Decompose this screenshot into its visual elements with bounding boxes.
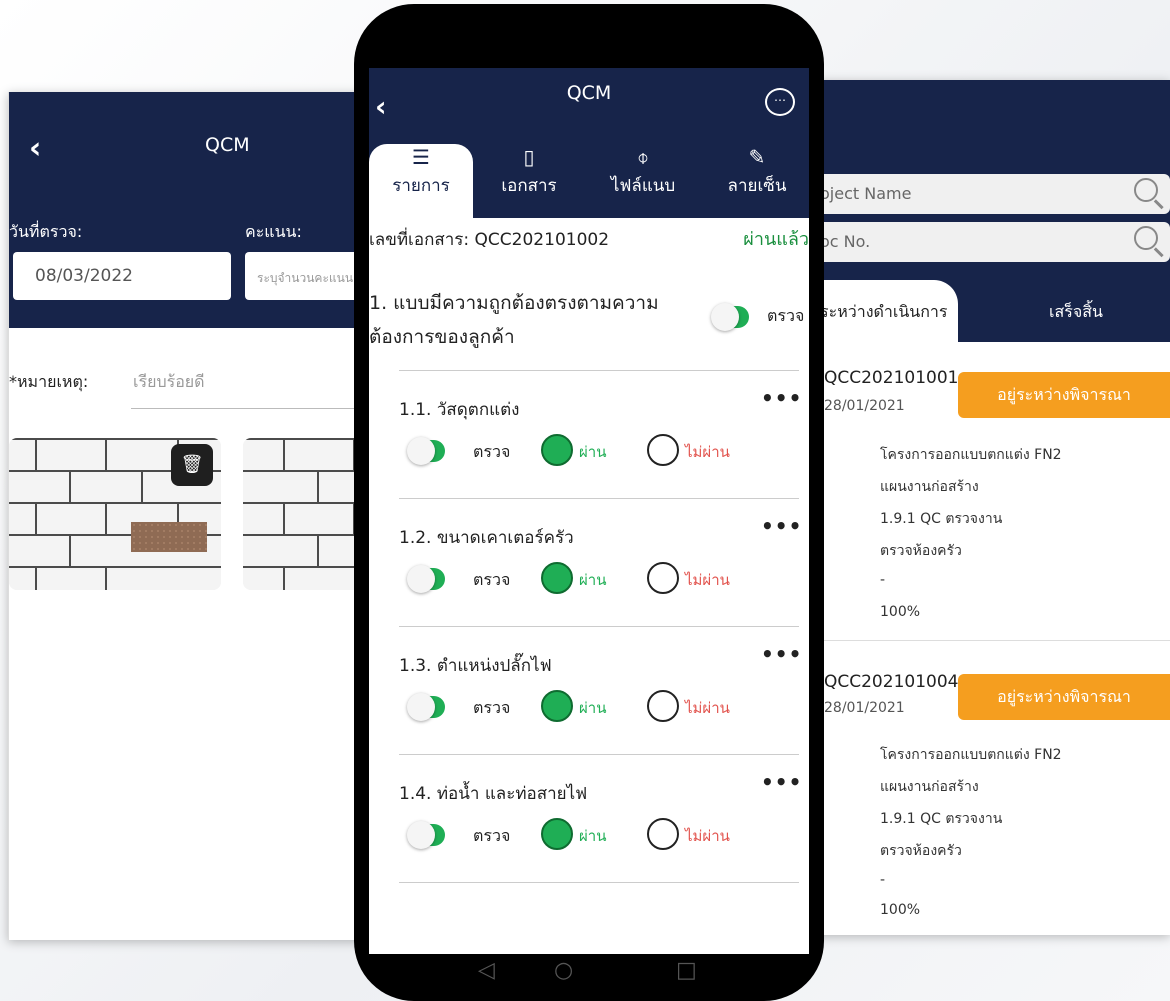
project-search-placeholder: oject Name xyxy=(820,184,912,203)
right-screen: oject Name oc No. ระหว่างดำเนินการ เสร็จ… xyxy=(800,80,1170,935)
tab-label: รายการ xyxy=(392,176,450,196)
search-icon[interactable] xyxy=(1134,178,1158,202)
row-value: 100% xyxy=(880,902,921,918)
row-value: - xyxy=(880,572,886,588)
pass-label: ผ่าน xyxy=(579,443,607,461)
row-value: 1.9.1 QC ตรวจงาน xyxy=(880,511,1003,527)
nav-recent-icon[interactable]: □ xyxy=(676,958,697,983)
chat-icon[interactable]: ⋯ xyxy=(765,88,795,116)
status-text: ผ่านแล้ว xyxy=(743,229,809,250)
card-date: 28/01/2021 xyxy=(824,700,905,716)
card-doc-no[interactable]: QCC202101004 xyxy=(824,672,958,692)
fail-radio[interactable] xyxy=(647,562,679,594)
status-badge: อยู่ระหว่างพิจารณา xyxy=(958,372,1170,418)
pen-icon: ✎ xyxy=(748,145,766,169)
doc-number: เลขที่เอกสาร: QCC202101002 xyxy=(369,230,610,250)
row-value: โครงการออกแบบตกแต่ง FN2 xyxy=(880,747,1062,763)
nav-back-icon[interactable]: ◁ xyxy=(478,958,495,983)
divider xyxy=(399,882,799,883)
more-icon[interactable]: ••• xyxy=(761,514,802,538)
note-label: *หมายเหตุ: xyxy=(9,372,89,391)
status-badge: อยู่ระหว่างพิจารณา xyxy=(958,674,1170,720)
divider xyxy=(399,626,799,627)
left-title: QCM xyxy=(205,134,250,156)
question-toggle[interactable] xyxy=(711,303,749,331)
check-label: ตรวจ xyxy=(473,698,511,717)
question-title: 1. แบบมีความถูกต้องตรงตามความต้องการของล… xyxy=(369,292,659,348)
fail-label: ไม่ผ่าน xyxy=(685,571,730,589)
delete-photo-icon[interactable]: 🗑 xyxy=(171,444,213,486)
phone-frame: ‹ QCM ⋯ ☰ รายการ ▯ เอกสาร ⌽ ไฟล์แนบ ✎ ลา… xyxy=(354,4,824,1001)
tab-label: ไฟล์แนบ xyxy=(610,176,676,196)
phone-screen: ‹ QCM ⋯ ☰ รายการ ▯ เอกสาร ⌽ ไฟล์แนบ ✎ ลา… xyxy=(369,68,809,954)
divider xyxy=(399,498,799,499)
item-title: 1.1. วัสดุตกแต่ง xyxy=(399,400,520,420)
pass-radio[interactable] xyxy=(541,434,573,466)
check-label: ตรวจ xyxy=(767,306,805,325)
card-date: 28/01/2021 xyxy=(824,398,905,414)
tab-documents[interactable]: ▯ เอกสาร xyxy=(477,144,581,218)
row-value: แผนงานก่อสร้าง xyxy=(880,479,979,495)
tab-signature[interactable]: ✎ ลายเซ็น xyxy=(705,144,809,218)
item-toggle[interactable] xyxy=(407,565,445,593)
fail-radio[interactable] xyxy=(647,690,679,722)
fail-label: ไม่ผ่าน xyxy=(685,443,730,461)
project-search-input[interactable]: oject Name xyxy=(800,174,1170,214)
divider xyxy=(399,754,799,755)
document-icon: ▯ xyxy=(523,145,535,169)
tab-label: เอกสาร xyxy=(501,176,557,196)
tab-done[interactable]: เสร็จสิ้น xyxy=(986,280,1166,342)
android-navbar: ◁ ○ □ xyxy=(354,954,824,1001)
fail-radio[interactable] xyxy=(647,434,679,466)
item-toggle[interactable] xyxy=(407,437,445,465)
list-icon: ☰ xyxy=(412,145,430,169)
more-icon[interactable]: ••• xyxy=(761,642,802,666)
divider xyxy=(399,370,799,371)
paperclip-icon: ⌽ xyxy=(637,145,649,169)
item-toggle[interactable] xyxy=(407,693,445,721)
pass-radio[interactable] xyxy=(541,562,573,594)
damaged-tile xyxy=(131,522,207,552)
fail-label: ไม่ผ่าน xyxy=(685,699,730,717)
card-divider xyxy=(800,640,1170,641)
check-label: ตรวจ xyxy=(473,826,511,845)
photo-thumbnail[interactable]: 🗑 xyxy=(9,438,221,590)
row-value: ตรวจห้องครัว xyxy=(880,843,962,859)
item-title: 1.4. ท่อน้ำ และท่อสายไฟ xyxy=(399,784,588,804)
check-label: ตรวจ xyxy=(473,570,511,589)
inspect-date-input[interactable]: 08/03/2022 xyxy=(13,252,231,300)
pass-label: ผ่าน xyxy=(579,571,607,589)
nav-home-icon[interactable]: ○ xyxy=(554,958,573,983)
card-doc-no[interactable]: QCC202101001 xyxy=(824,368,958,388)
tab-label: ลายเซ็น xyxy=(727,176,787,196)
item-title: 1.3. ตำแหน่งปลั๊กไฟ xyxy=(399,656,552,676)
doc-search-input[interactable]: oc No. xyxy=(800,222,1170,262)
row-value: 100% xyxy=(880,604,921,620)
pass-radio[interactable] xyxy=(541,690,573,722)
back-button[interactable]: ‹ xyxy=(29,134,41,164)
pass-radio[interactable] xyxy=(541,818,573,850)
fail-label: ไม่ผ่าน xyxy=(685,827,730,845)
fail-radio[interactable] xyxy=(647,818,679,850)
row-value: โครงการออกแบบตกแต่ง FN2 xyxy=(880,447,1062,463)
row-value: - xyxy=(880,872,886,888)
doc-search-placeholder: oc No. xyxy=(820,232,871,251)
row-value: แผนงานก่อสร้าง xyxy=(880,779,979,795)
left-screen: ‹ QCM วันที่ตรวจ: คะแนน: 08/03/2022 ระบุ… xyxy=(8,92,400,940)
search-icon[interactable] xyxy=(1134,226,1158,250)
pass-label: ผ่าน xyxy=(579,699,607,717)
tab-attachments[interactable]: ⌽ ไฟล์แนบ xyxy=(591,144,695,218)
more-icon[interactable]: ••• xyxy=(761,770,802,794)
check-label: ตรวจ xyxy=(473,442,511,461)
score-label: คะแนน: xyxy=(245,222,302,241)
row-value: 1.9.1 QC ตรวจงาน xyxy=(880,811,1003,827)
row-value: ตรวจห้องครัว xyxy=(880,543,962,559)
more-icon[interactable]: ••• xyxy=(761,386,802,410)
item-toggle[interactable] xyxy=(407,821,445,849)
phone-title: QCM xyxy=(566,82,612,104)
pass-label: ผ่าน xyxy=(579,827,607,845)
item-title: 1.2. ขนาดเคาเตอร์ครัว xyxy=(399,528,574,548)
inspect-date-label: วันที่ตรวจ: xyxy=(9,222,83,241)
tab-list[interactable]: ☰ รายการ xyxy=(369,144,473,218)
